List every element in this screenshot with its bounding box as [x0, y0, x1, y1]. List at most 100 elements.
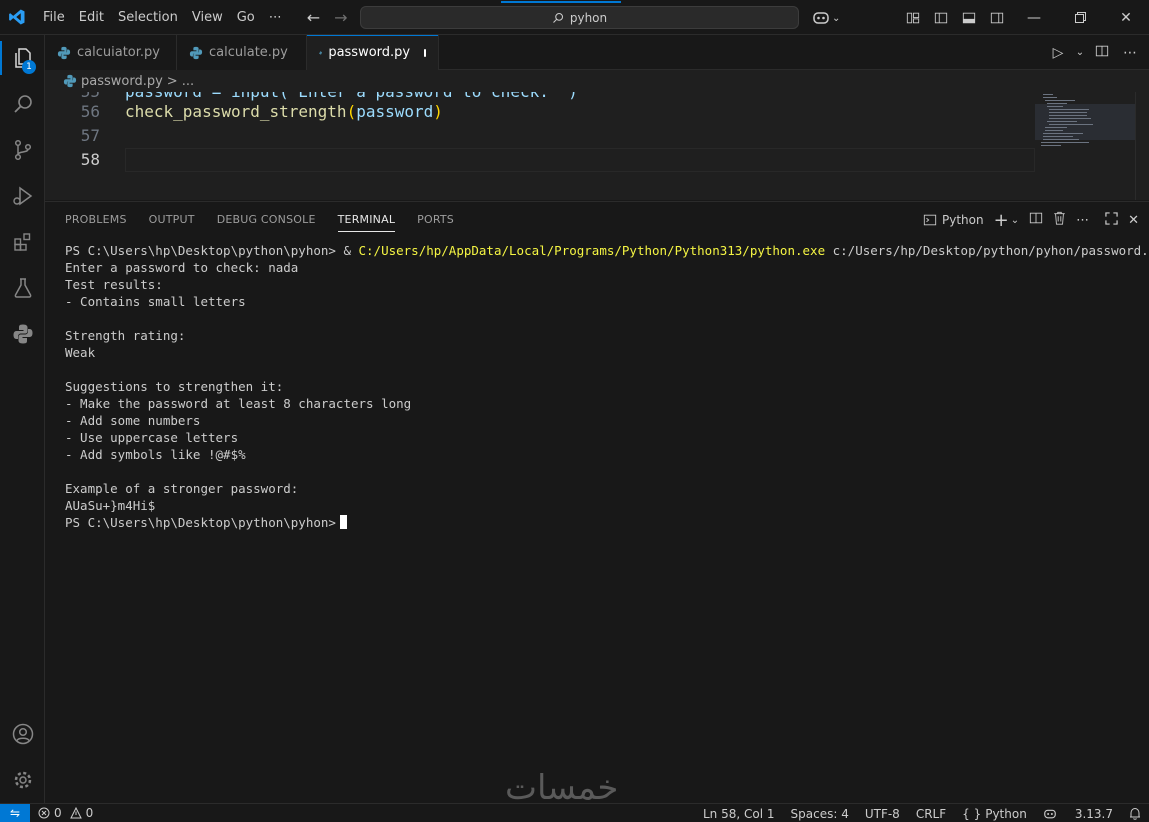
tab-label: calcuiator.py — [77, 45, 160, 60]
function-argument: password — [356, 101, 434, 121]
indentation[interactable]: Spaces: 4 — [783, 807, 857, 821]
line-number: 56 — [80, 101, 100, 121]
terminal-script-path: c:/Users/hp/Desktop/python/pyhon/passwor… — [825, 243, 1149, 258]
terminal-program-output: Enter a password to check: nada Test res… — [65, 260, 412, 513]
terminal-cursor — [339, 515, 347, 529]
editor-tabs: calcuiator.py calculate.py password.py ▷… — [45, 35, 1149, 70]
function-call: check_password_strength — [125, 101, 347, 121]
tab-problems[interactable]: PROBLEMS — [57, 202, 135, 238]
panel-more-icon[interactable]: ⋯ — [1076, 213, 1089, 228]
copilot-icon[interactable]: ⌄ — [812, 8, 842, 28]
search-text: pyhon — [569, 10, 608, 25]
explorer-badge: 1 — [22, 60, 36, 74]
tab-ports[interactable]: PORTS — [409, 202, 462, 238]
python-file-icon — [319, 51, 323, 54]
tab-terminal[interactable]: TERMINAL — [330, 202, 404, 238]
split-terminal-icon[interactable] — [1029, 211, 1043, 229]
breadcrumb-file[interactable]: password.py — [81, 74, 163, 89]
copilot-status-icon — [1044, 809, 1056, 818]
menu-bar: File Edit Selection View Go ⋯ — [36, 0, 289, 35]
toggle-primary-sidebar-icon[interactable] — [927, 0, 955, 35]
menu-selection[interactable]: Selection — [111, 0, 185, 35]
code-line-56: 56 check_password_strength(password) — [45, 99, 1035, 123]
end-of-line[interactable]: CRLF — [908, 807, 954, 821]
menu-go[interactable]: Go — [230, 0, 262, 35]
toggle-secondary-sidebar-icon[interactable] — [983, 0, 1011, 35]
problems-status[interactable]: 0 0 — [30, 806, 101, 820]
testing-flask-icon[interactable] — [0, 265, 45, 311]
line-number: 57 — [80, 125, 100, 145]
watermark-logo: خمسات — [505, 768, 619, 808]
title-bar: File Edit Selection View Go ⋯ ← → pyhon … — [0, 0, 1149, 35]
terminal-selector[interactable]: Python — [923, 213, 984, 227]
search-icon — [552, 12, 563, 23]
error-icon — [38, 807, 50, 819]
status-bar: ⇋ 0 0 Ln 58, Col 1 Spaces: 4 UTF-8 CRLF … — [0, 803, 1149, 822]
terminal-last-prompt: PS C:\Users\hp\Desktop\python\pyhon> — [65, 515, 336, 530]
cursor-position[interactable]: Ln 58, Col 1 — [695, 807, 783, 821]
back-arrow-icon[interactable]: ← — [307, 8, 320, 27]
terminal-dropdown-chevron-icon[interactable]: ⌄ — [1011, 215, 1019, 226]
maximize-panel-icon[interactable] — [1105, 211, 1118, 229]
minimize-button[interactable]: — — [1011, 0, 1057, 35]
run-debug-icon[interactable] — [0, 173, 45, 219]
menu-more[interactable]: ⋯ — [262, 0, 289, 35]
close-panel-icon[interactable]: ✕ — [1128, 213, 1139, 228]
run-dropdown-chevron-icon[interactable]: ⌄ — [1075, 47, 1085, 58]
python-file-icon — [63, 74, 77, 88]
more-actions-icon[interactable]: ⋯ — [1119, 45, 1141, 61]
terminal-name: Python — [942, 213, 984, 227]
source-control-icon[interactable] — [0, 127, 45, 173]
code-line-57: 57 — [45, 123, 1035, 147]
terminal-output[interactable]: PS C:\Users\hp\Desktop\python\pyhon> & C… — [65, 242, 1149, 531]
new-terminal-plus-icon[interactable]: + — [994, 210, 1009, 231]
unsaved-dot-icon[interactable] — [424, 48, 426, 57]
settings-gear-icon[interactable] — [0, 757, 45, 803]
tab-password[interactable]: password.py — [307, 35, 439, 70]
customize-layout-icon[interactable] — [899, 0, 927, 35]
braces-icon: { } — [962, 806, 982, 821]
editor-vertical-scrollbar[interactable] — [1135, 92, 1149, 200]
run-python-file-icon[interactable]: ▷ — [1047, 45, 1069, 61]
notifications-bell-icon[interactable] — [1121, 807, 1149, 820]
tab-calcuiator[interactable]: calcuiator.py — [45, 35, 177, 70]
menu-file[interactable]: File — [36, 0, 72, 35]
tab-debug-console[interactable]: DEBUG CONSOLE — [209, 202, 324, 238]
error-count: 0 — [54, 806, 62, 820]
python-icon[interactable] — [0, 311, 45, 357]
remote-indicator-icon[interactable]: ⇋ — [0, 803, 30, 822]
activity-bar: 1 — [0, 35, 45, 803]
python-interpreter[interactable]: 3.13.7 — [1035, 807, 1121, 821]
split-editor-icon[interactable] — [1091, 44, 1113, 62]
interpreter-version: 3.13.7 — [1074, 806, 1113, 821]
warning-count: 0 — [85, 806, 94, 820]
minimap[interactable] — [1035, 92, 1135, 200]
tab-label: calculate.py — [209, 45, 288, 60]
menu-edit[interactable]: Edit — [72, 0, 111, 35]
code-line-58: 58 — [45, 147, 1035, 171]
file-encoding[interactable]: UTF-8 — [857, 807, 908, 821]
command-center-search[interactable]: pyhon — [360, 1, 799, 29]
extensions-icon[interactable] — [0, 219, 45, 265]
language-mode[interactable]: { } Python — [954, 807, 1035, 821]
forward-arrow-icon[interactable]: → — [334, 8, 347, 27]
terminal-prompt: PS C:\Users\hp\Desktop\python\pyhon> & — [65, 243, 359, 258]
tab-calculate[interactable]: calculate.py — [177, 35, 307, 70]
code-editor[interactable]: 55 password = input("Enter a password to… — [45, 92, 1149, 200]
restore-button[interactable] — [1057, 0, 1103, 35]
breadcrumb-symbols[interactable]: ... — [182, 74, 194, 89]
close-window-button[interactable]: ✕ — [1103, 0, 1149, 35]
python-file-icon — [189, 46, 203, 59]
warning-icon — [69, 807, 82, 819]
search-view-icon[interactable] — [0, 81, 45, 127]
tab-output[interactable]: OUTPUT — [141, 202, 203, 238]
panel-tabs: PROBLEMS OUTPUT DEBUG CONSOLE TERMINAL P… — [45, 202, 468, 238]
breadcrumb-separator: > — [166, 73, 178, 89]
menu-view[interactable]: View — [185, 0, 230, 35]
accounts-icon[interactable] — [0, 711, 45, 757]
language-label: Python — [985, 806, 1027, 821]
toggle-panel-icon[interactable] — [955, 0, 983, 35]
explorer-icon[interactable]: 1 — [0, 35, 45, 81]
kill-terminal-trash-icon[interactable] — [1053, 211, 1066, 229]
bottom-panel: PROBLEMS OUTPUT DEBUG CONSOLE TERMINAL P… — [45, 201, 1149, 803]
